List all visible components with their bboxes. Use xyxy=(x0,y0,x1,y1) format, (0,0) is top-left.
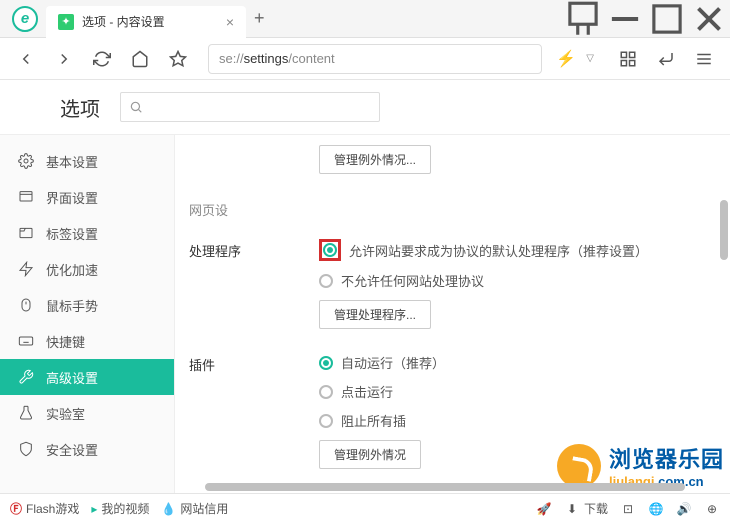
speed-mode-icon[interactable]: ⚡ xyxy=(556,49,576,69)
settings-sidebar: 基本设置 界面设置 标签设置 优化加速 鼠标手势 快捷键 高级设置 实验室 安全… xyxy=(0,135,175,493)
sidebar-item-speed[interactable]: 优化加速 xyxy=(0,251,174,287)
tab-title: 选项 - 内容设置 xyxy=(82,13,218,30)
play-icon: ▸ xyxy=(91,502,97,516)
forward-button[interactable] xyxy=(48,43,80,75)
speaker-icon: 🔊 xyxy=(676,501,692,517)
menu-button[interactable] xyxy=(688,43,720,75)
sidebar-item-lab[interactable]: 实验室 xyxy=(0,395,174,431)
download-icon: ⬇ xyxy=(564,501,580,517)
apps-grid-icon[interactable] xyxy=(612,43,644,75)
rocket-icon: 🚀 xyxy=(536,501,552,517)
reload-button[interactable] xyxy=(86,43,118,75)
radio-icon xyxy=(323,243,337,257)
plugin-title: 插件 xyxy=(189,353,319,469)
undo-button[interactable] xyxy=(650,43,682,75)
home-button[interactable] xyxy=(124,43,156,75)
handler-allow-radio[interactable]: 允许网站要求成为协议的默认处理程序（推荐设置） xyxy=(319,239,730,261)
crop-icon: ⊡ xyxy=(620,501,636,517)
handler-title: 处理程序 xyxy=(189,239,319,329)
sidebar-item-gesture[interactable]: 鼠标手势 xyxy=(0,287,174,323)
sidebar-item-advanced[interactable]: 高级设置 xyxy=(0,359,174,395)
radio-icon xyxy=(319,414,333,428)
status-flash[interactable]: ⒻFlash游戏 xyxy=(10,500,79,517)
tab-close-icon[interactable]: × xyxy=(226,14,234,30)
window-close-icon[interactable] xyxy=(688,4,730,34)
window-minimize-icon[interactable] xyxy=(604,4,646,34)
tab-favicon: ✦ xyxy=(58,14,74,30)
sidebar-item-ui[interactable]: 界面设置 xyxy=(0,179,174,215)
sidebar-item-security[interactable]: 安全设置 xyxy=(0,431,174,467)
manage-exceptions-button[interactable]: 管理例外情况... xyxy=(319,145,431,174)
window-maximize-icon[interactable] xyxy=(646,4,688,34)
zoom-icon: ⊕ xyxy=(704,501,720,517)
status-trust[interactable]: 💧网站信用 xyxy=(161,500,228,517)
globe-icon: 🌐 xyxy=(648,501,664,517)
status-mute[interactable]: 🔊 xyxy=(676,501,692,517)
sidebar-item-tabs[interactable]: 标签设置 xyxy=(0,215,174,251)
vertical-scrollbar[interactable] xyxy=(720,140,728,480)
new-tab-button[interactable]: + xyxy=(254,8,265,29)
manage-handlers-button[interactable]: 管理处理程序... xyxy=(319,300,431,329)
radio-icon xyxy=(319,274,333,288)
page-title: 选项 xyxy=(60,93,100,122)
plugin-auto-radio[interactable]: 自动运行（推荐） xyxy=(319,353,730,372)
plugin-click-radio[interactable]: 点击运行 xyxy=(319,382,730,401)
section-label: 网页设 xyxy=(189,200,730,219)
plugin-block-radio[interactable]: 阻止所有插 xyxy=(319,411,730,430)
settings-search-input[interactable] xyxy=(120,92,380,122)
status-network[interactable]: 🌐 xyxy=(648,501,664,517)
sidebar-item-shortcuts[interactable]: 快捷键 xyxy=(0,323,174,359)
flash-icon: Ⓕ xyxy=(10,500,22,517)
radio-icon xyxy=(319,385,333,399)
drop-icon: 💧 xyxy=(161,502,176,516)
horizontal-scrollbar[interactable] xyxy=(205,483,716,491)
settings-pane: 管理例外情况... 网页设 处理程序 允许网站要求成为协议的默认处理程序（推荐设… xyxy=(175,135,730,493)
favorite-button[interactable] xyxy=(162,43,194,75)
back-button[interactable] xyxy=(10,43,42,75)
mode-dropdown-icon[interactable]: ▽ xyxy=(586,53,594,64)
window-pin-icon[interactable] xyxy=(562,4,604,34)
sidebar-item-basic[interactable]: 基本设置 xyxy=(0,143,174,179)
status-rocket[interactable]: 🚀 xyxy=(536,501,552,517)
status-download[interactable]: ⬇下载 xyxy=(564,500,608,517)
status-zoom[interactable]: ⊕ xyxy=(704,501,720,517)
address-bar[interactable]: se://settings/content xyxy=(208,44,542,74)
url-text: se://settings/content xyxy=(219,51,335,66)
app-icon: e xyxy=(12,6,38,32)
status-bar: ⒻFlash游戏 ▸我的视频 💧网站信用 🚀 ⬇下载 ⊡ 🌐 🔊 ⊕ xyxy=(0,493,730,523)
highlight-marker xyxy=(319,239,341,261)
radio-icon xyxy=(319,356,333,370)
status-screenshot[interactable]: ⊡ xyxy=(620,501,636,517)
manage-exceptions-button-2[interactable]: 管理例外情况 xyxy=(319,440,421,469)
browser-tab[interactable]: ✦ 选项 - 内容设置 × xyxy=(46,6,246,38)
search-icon xyxy=(129,100,143,114)
status-video[interactable]: ▸我的视频 xyxy=(91,500,149,517)
handler-deny-radio[interactable]: 不允许任何网站处理协议 xyxy=(319,271,730,290)
